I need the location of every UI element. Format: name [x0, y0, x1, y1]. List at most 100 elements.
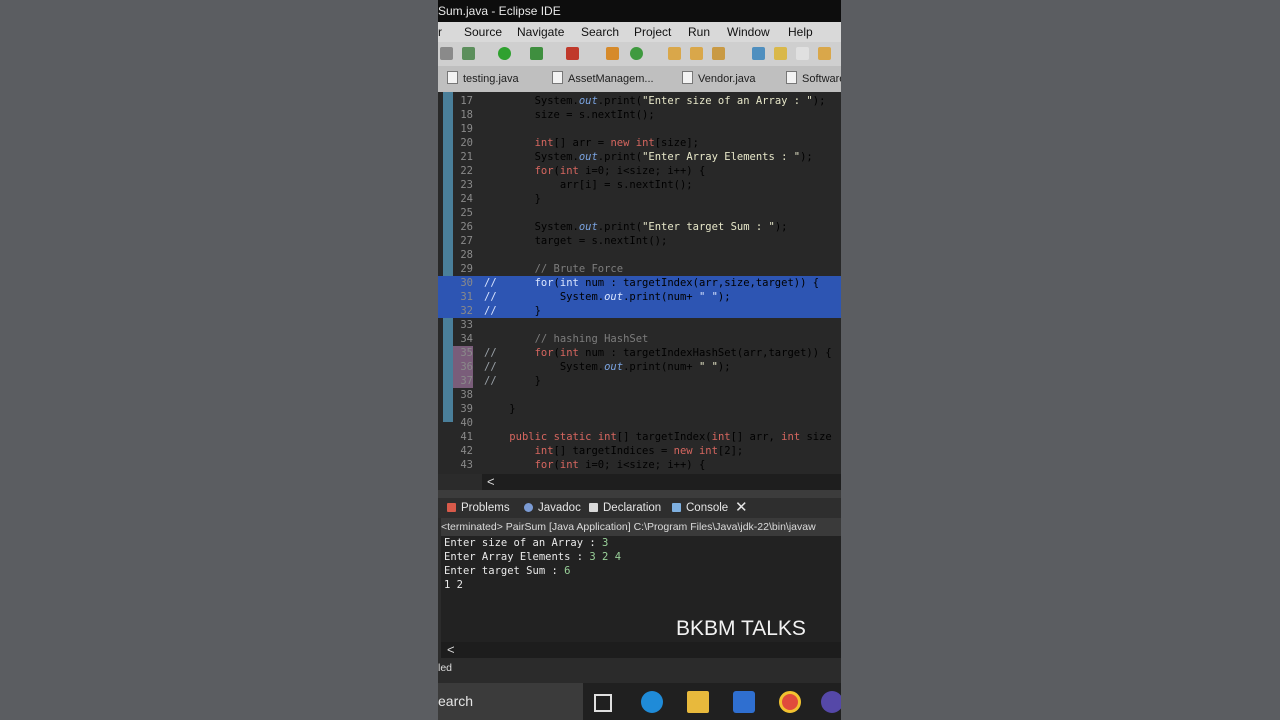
- tab-console[interactable]: Console: [672, 498, 728, 518]
- code-line[interactable]: 38: [438, 388, 841, 402]
- line-number: 21: [460, 151, 473, 163]
- code-text: // Brute Force: [484, 263, 624, 275]
- editor-horizontal-scrollbar[interactable]: <: [482, 474, 841, 490]
- code-line[interactable]: 42 int[] targetIndices = new int[2];: [438, 444, 841, 458]
- code-line[interactable]: 41 public static int[] targetIndex(int[]…: [438, 430, 841, 444]
- line-number: 28: [460, 249, 473, 261]
- panel-divider: [438, 490, 841, 498]
- edit-icon[interactable]: [774, 47, 787, 60]
- toggle-mark-icon[interactable]: [752, 47, 765, 60]
- code-line[interactable]: 32// }: [438, 304, 841, 318]
- menu-help[interactable]: Help: [788, 22, 813, 42]
- line-number: 29: [460, 263, 473, 275]
- code-line[interactable]: 27 target = s.nextInt();: [438, 234, 841, 248]
- code-line[interactable]: 23 arr[i] = s.nextInt();: [438, 178, 841, 192]
- watermark: BKBM TALKS: [676, 617, 806, 640]
- code-text: System.out.print(num+ " ");: [484, 291, 731, 303]
- line-number: 34: [460, 333, 473, 345]
- code-line[interactable]: 30// for(int num : targetIndex(arr,size,…: [438, 276, 841, 290]
- tab-vendor-java[interactable]: Vendor.java: [682, 66, 756, 92]
- tab-testing-java[interactable]: testing.java: [447, 66, 519, 92]
- code-line[interactable]: 31// System.out.print(num+ " ");: [438, 290, 841, 304]
- menu-search[interactable]: Search: [581, 22, 619, 42]
- code-line[interactable]: 22 for(int i=0; i<size; i++) {: [438, 164, 841, 178]
- menu-window[interactable]: Window: [727, 22, 770, 42]
- editor-tabs: testing.java AssetManagem... Vendor.java…: [438, 66, 841, 92]
- code-line[interactable]: 19: [438, 122, 841, 136]
- code-line[interactable]: 24 }: [438, 192, 841, 206]
- code-line[interactable]: 20 int[] arr = new int[size];: [438, 136, 841, 150]
- code-line[interactable]: 35// for(int num : targetIndexHashSet(ar…: [438, 346, 841, 360]
- code-line[interactable]: 17 System.out.print("Enter size of an Ar…: [438, 94, 841, 108]
- console-horizontal-scrollbar[interactable]: <: [441, 642, 841, 658]
- tab-label: Vendor.java: [698, 73, 756, 85]
- close-icon[interactable]: ✕: [735, 498, 748, 518]
- code-text: }: [484, 375, 541, 387]
- edge-icon[interactable]: [641, 691, 663, 713]
- line-number: 39: [460, 403, 473, 415]
- tab-software[interactable]: Software: [786, 66, 841, 92]
- new-package-icon[interactable]: [606, 47, 619, 60]
- code-line[interactable]: 29 // Brute Force: [438, 262, 841, 276]
- nav-icon[interactable]: [818, 47, 831, 60]
- code-line[interactable]: 33: [438, 318, 841, 332]
- menu-source[interactable]: Source: [464, 22, 502, 42]
- task-view-icon[interactable]: [594, 694, 612, 712]
- line-number: 25: [460, 207, 473, 219]
- line-number: 33: [460, 319, 473, 331]
- coverage-icon[interactable]: [530, 47, 543, 60]
- chrome-icon[interactable]: [779, 691, 801, 713]
- code-line[interactable]: 36// System.out.print(num+ " ");: [438, 360, 841, 374]
- line-number: 30: [460, 277, 473, 289]
- code-line[interactable]: 25: [438, 206, 841, 220]
- menu-navigate[interactable]: Navigate: [517, 22, 564, 42]
- problems-icon: [447, 503, 456, 512]
- tab-assetmanagement[interactable]: AssetManagem...: [552, 66, 654, 92]
- line-number: 43: [460, 459, 473, 471]
- taskbar-search[interactable]: earch: [438, 683, 583, 720]
- scroll-left-icon[interactable]: <: [447, 642, 455, 657]
- annotation-icon[interactable]: [796, 47, 809, 60]
- file-explorer-icon[interactable]: [687, 691, 709, 713]
- code-line[interactable]: 18 size = s.nextInt();: [438, 108, 841, 122]
- menu-file[interactable]: r: [438, 22, 442, 42]
- tab-label: Javadoc: [538, 502, 581, 514]
- run-icon[interactable]: [498, 47, 511, 60]
- code-line[interactable]: 21 System.out.print("Enter Array Element…: [438, 150, 841, 164]
- tab-problems[interactable]: Problems: [447, 498, 510, 518]
- eclipse-icon[interactable]: [821, 691, 841, 713]
- code-text: int[] arr = new int[size];: [534, 137, 699, 149]
- console-line: 1 2: [444, 579, 463, 591]
- search-icon[interactable]: [712, 47, 725, 60]
- store-icon[interactable]: [733, 691, 755, 713]
- tab-javadoc[interactable]: Javadoc: [524, 498, 581, 518]
- tab-declaration[interactable]: Declaration: [589, 498, 661, 518]
- menu-run[interactable]: Run: [688, 22, 710, 42]
- console-line: Enter size of an Array : 3: [444, 537, 609, 549]
- line-number: 27: [460, 235, 473, 247]
- javadoc-icon: [524, 503, 533, 512]
- new-class-icon[interactable]: [630, 47, 643, 60]
- code-line[interactable]: 40: [438, 416, 841, 430]
- code-text: target = s.nextInt();: [484, 235, 668, 247]
- open-type-icon[interactable]: [668, 47, 681, 60]
- debug-icon[interactable]: [462, 47, 475, 60]
- declaration-icon: [589, 503, 598, 512]
- menu-project[interactable]: Project: [634, 22, 671, 42]
- code-line[interactable]: 26 System.out.print("Enter target Sum : …: [438, 220, 841, 234]
- search-label: earch: [438, 693, 474, 709]
- toolbar-icon[interactable]: [440, 47, 453, 60]
- code-line[interactable]: 28: [438, 248, 841, 262]
- code-editor[interactable]: 17 System.out.print("Enter size of an Ar…: [438, 92, 841, 474]
- code-text: }: [484, 193, 541, 205]
- external-tools-icon[interactable]: [566, 47, 579, 60]
- code-line[interactable]: 37// }: [438, 374, 841, 388]
- code-text: for(int i=0; i<size; i++) {: [534, 165, 706, 177]
- code-line[interactable]: 43 for(int i=0; i<size; i++) {: [438, 458, 841, 472]
- open-task-icon[interactable]: [690, 47, 703, 60]
- code-line[interactable]: 39 }: [438, 402, 841, 416]
- tab-label: Software: [802, 73, 841, 85]
- code-line[interactable]: 34 // hashing HashSet: [438, 332, 841, 346]
- toolbar: [438, 42, 841, 66]
- scroll-left-icon[interactable]: <: [487, 474, 495, 489]
